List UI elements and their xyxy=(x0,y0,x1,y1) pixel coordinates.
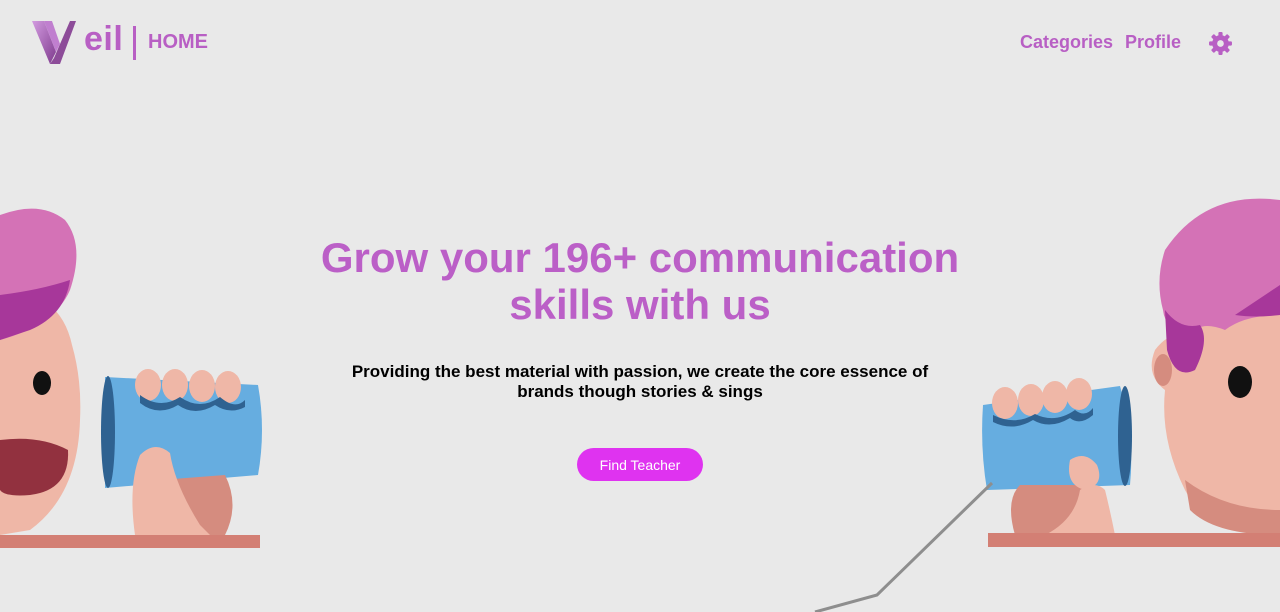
logo-text[interactable]: eil xyxy=(84,20,123,59)
hero-subtitle-line-2: brands though stories & sings xyxy=(517,382,763,401)
gear-icon[interactable] xyxy=(1208,31,1233,56)
hero-title-line-2: skills with us xyxy=(509,281,771,328)
hero-title-line-1: Grow your 196+ communication xyxy=(320,234,960,281)
right-person-illustration xyxy=(982,198,1280,547)
hero-title: Grow your 196+ communication skills with… xyxy=(290,234,990,328)
string-line xyxy=(814,481,994,612)
hero-subtitle: Providing the best material with passion… xyxy=(330,362,950,402)
hero-subtitle-line-1: Providing the best material with passion… xyxy=(351,362,929,381)
left-person-illustration xyxy=(0,208,262,548)
top-header: eil HOME Categories Profile xyxy=(0,0,1280,90)
nav-profile-link[interactable]: Profile xyxy=(1125,32,1181,53)
find-teacher-button[interactable]: Find Teacher xyxy=(577,448,703,481)
page-title: HOME xyxy=(148,31,208,53)
logo-v-icon[interactable] xyxy=(30,18,78,66)
logo-divider xyxy=(133,26,136,60)
nav-categories-link[interactable]: Categories xyxy=(1020,32,1113,53)
